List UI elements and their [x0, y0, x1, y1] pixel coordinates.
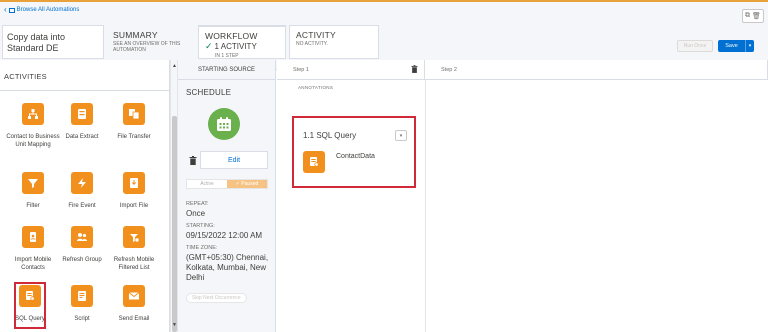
tab-summary[interactable]: SUMMARY SEE AN OVERVIEW OF THIS AUTOMATI… [106, 25, 196, 59]
edit-row: Edit [186, 151, 268, 169]
automation-name[interactable]: Copy data into Standard DE [2, 25, 104, 59]
activity-card[interactable]: 1.1 SQL Query ▾ ContactData [292, 116, 416, 188]
checkmark-icon: ✓ [205, 41, 213, 51]
filter-icon [22, 172, 44, 194]
data-extract-icon [71, 103, 93, 125]
refresh-group-icon [71, 226, 93, 248]
tab-activity-sub: NO ACTIVITY. [296, 41, 328, 47]
step-2-header: Step 2 [425, 60, 768, 80]
trash-icon[interactable] [411, 65, 418, 75]
tab-activity-label: ACTIVITY [296, 30, 336, 40]
header-actions[interactable]: ⧉ 🗑 [742, 9, 764, 23]
active-option[interactable]: Active [187, 180, 227, 188]
timezone-label: TIME ZONE: [186, 245, 218, 251]
workflow-count: 1 ACTIVITY [214, 42, 257, 51]
starting-value: 09/15/2022 12:00 AM [186, 231, 263, 240]
step-1-label: Step 1 [293, 67, 309, 73]
tab-workflow[interactable]: WORKFLOW ✓ 1 ACTIVITY IN 1 STEP [198, 25, 286, 59]
chevron-down-icon[interactable]: ▾ [745, 40, 754, 52]
save-label: Save [725, 43, 738, 49]
schedule-title: SCHEDULE [186, 88, 232, 97]
timezone-value: (GMT+05:30) Chennai, Kolkata, Mumbai, Ne… [186, 253, 269, 282]
scroll-up-icon[interactable]: ▲ [172, 63, 177, 69]
starting-source-header: STARTING SOURCE [178, 60, 275, 80]
tab-summary-label: SUMMARY [113, 30, 158, 40]
activity-item[interactable]: Import Mobile Contacts [5, 226, 61, 272]
activity-item[interactable]: Contact to Business Unit Mapping [5, 103, 61, 149]
sql-query-icon [303, 151, 325, 173]
skip-next-label[interactable]: Skip Next Occurrence [186, 293, 247, 303]
starting-source-panel: STARTING SOURCE SCHEDULE Edit Active ✓ P… [178, 60, 276, 332]
activity-label: Refresh Group [62, 257, 102, 263]
step-divider [425, 80, 426, 332]
workflow-canvas: Step 1 Step 2 ANNOTATIONS 1.1 SQL Query … [277, 60, 768, 332]
activity-label: Import Mobile Contacts [14, 257, 52, 271]
scrollbar[interactable]: ▲ ▼ [170, 60, 178, 332]
activity-label: Filter [26, 203, 40, 209]
annotations-label: ANNOTATIONS [298, 85, 334, 90]
trash-icon[interactable]: 🗑 [752, 12, 761, 20]
email-icon [123, 285, 145, 307]
activity-label: Data Extract [65, 134, 99, 140]
activity-item[interactable]: File Transfer [106, 103, 162, 141]
activity-label: Import File [119, 203, 149, 209]
scroll-thumb[interactable] [172, 116, 177, 332]
file-transfer-icon [123, 103, 145, 125]
breadcrumb-label[interactable]: Browse All Automations [17, 7, 80, 13]
import-file-icon [123, 172, 145, 194]
copy-icon[interactable]: ⧉ [745, 12, 750, 20]
activity-item[interactable]: Import File [106, 172, 162, 210]
activity-label: File Transfer [117, 134, 151, 140]
calendar-icon[interactable] [208, 108, 240, 140]
step-1-header: Step 1 [277, 60, 425, 80]
refresh-mobile-icon [123, 226, 145, 248]
tab-workflow-label: WORKFLOW [205, 31, 258, 41]
activity-label: Fire Event [68, 203, 96, 209]
trash-icon[interactable] [186, 151, 200, 169]
activity-item[interactable]: Fire Event [54, 172, 110, 210]
run-once-button[interactable]: Run Once [677, 40, 713, 52]
activity-item[interactable]: Refresh Group [54, 226, 110, 264]
breadcrumb[interactable]: ‹ Browse All Automations [4, 5, 80, 14]
tab-activity[interactable]: ACTIVITY NO ACTIVITY. [289, 25, 379, 59]
activity-label: Send Email [118, 316, 150, 322]
activity-item[interactable]: Send Email [106, 285, 162, 323]
activity-item[interactable]: Filter [5, 172, 61, 210]
chevron-left-icon: ‹ [4, 5, 7, 14]
skip-next-button[interactable]: Skip Next Occurrence [186, 286, 247, 304]
workflow-status: ✓ 1 ACTIVITY [205, 41, 279, 52]
step-2-label: Step 2 [441, 67, 457, 73]
activities-title: ACTIVITIES [0, 60, 170, 91]
repeat-value: Once [186, 209, 206, 218]
list-icon [8, 7, 15, 13]
save-button[interactable]: Save ▾ [718, 40, 754, 52]
paused-option[interactable]: ✓ Paused [227, 180, 267, 188]
scroll-down-icon[interactable]: ▼ [172, 322, 177, 328]
status-toggle[interactable]: Active ✓ Paused [186, 179, 268, 189]
activity-label: Refresh Mobile Filtered List [113, 257, 155, 271]
activity-item[interactable]: Data Extract [54, 103, 110, 141]
activity-card-title: 1.1 SQL Query [303, 131, 357, 140]
activity-item[interactable]: Refresh Mobile Filtered List [106, 226, 162, 272]
edit-button[interactable]: Edit [200, 151, 268, 169]
activity-label: Script [74, 316, 90, 322]
starting-label: STARTING: [186, 223, 215, 229]
repeat-label: REPEAT: [186, 201, 209, 207]
tab-summary-sub: SEE AN OVERVIEW OF THIS AUTOMATION [113, 41, 181, 53]
mobile-contacts-icon [22, 226, 44, 248]
activity-label: Contact to Business Unit Mapping [6, 134, 60, 148]
sql-query-highlight [14, 282, 46, 329]
activity-card-name[interactable]: ContactData [336, 153, 375, 160]
script-icon [71, 285, 93, 307]
tab-workflow-sub: IN 1 STEP [215, 53, 239, 59]
lightning-icon [71, 172, 93, 194]
chevron-down-icon[interactable]: ▾ [395, 130, 407, 141]
activity-item[interactable]: Script [54, 285, 110, 323]
org-chart-icon [22, 103, 44, 125]
